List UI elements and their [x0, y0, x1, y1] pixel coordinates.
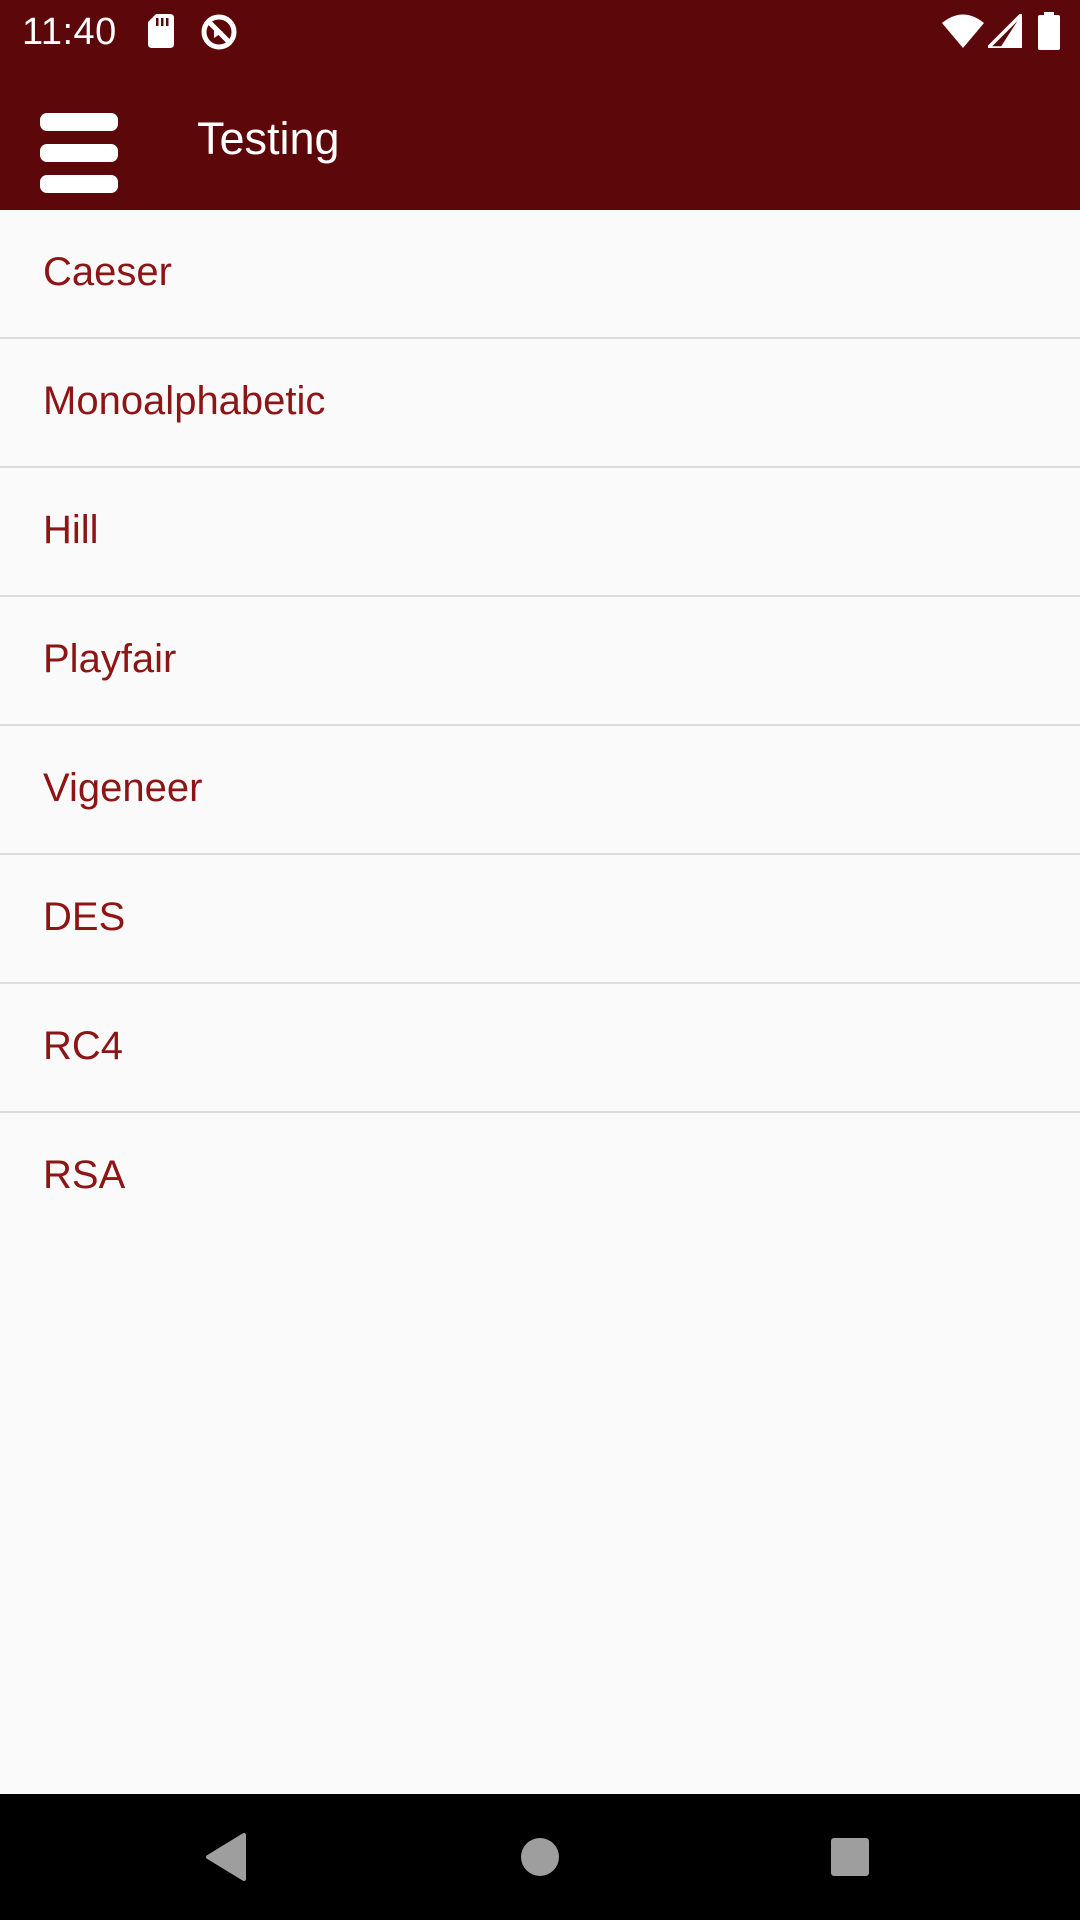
list-item-label: DES	[43, 895, 126, 939]
battery-icon	[1038, 12, 1060, 50]
list-item-label: Vigeneer	[43, 766, 203, 810]
status-bar: 11:40	[0, 0, 1080, 63]
list-item-rc4[interactable]: RC4	[0, 984, 1080, 1113]
navigation-bar	[0, 1794, 1080, 1920]
list-item-caeser[interactable]: Caeser	[0, 210, 1080, 339]
home-button[interactable]	[500, 1817, 580, 1897]
recents-icon	[831, 1838, 869, 1876]
list-item-hill[interactable]: Hill	[0, 468, 1080, 597]
list-item-label: Caeser	[43, 250, 172, 294]
list-item-rsa[interactable]: RSA	[0, 1113, 1080, 1242]
menu-button[interactable]	[24, 83, 134, 193]
list-item-label: Playfair	[43, 637, 177, 681]
page-title: Testing	[197, 113, 340, 164]
list-item-label: RSA	[43, 1153, 126, 1197]
signal-icon	[988, 14, 1022, 48]
list-item-des[interactable]: DES	[0, 855, 1080, 984]
list-item-monoalphabetic[interactable]: Monoalphabetic	[0, 339, 1080, 468]
home-icon	[521, 1838, 559, 1876]
sd-card-icon	[148, 14, 174, 48]
list-item-label: Monoalphabetic	[43, 379, 326, 423]
list-item-playfair[interactable]: Playfair	[0, 597, 1080, 726]
back-button[interactable]	[186, 1817, 266, 1897]
status-time: 11:40	[22, 11, 117, 53]
sync-disabled-icon	[201, 14, 237, 50]
list-item-label: RC4	[43, 1024, 124, 1068]
recents-button[interactable]	[810, 1817, 890, 1897]
wifi-icon	[942, 14, 984, 48]
list-item-label: Hill	[43, 508, 99, 552]
cipher-list: Caeser Monoalphabetic Hill Playfair Vige…	[0, 210, 1080, 1242]
hamburger-menu-icon	[40, 113, 118, 195]
list-item-vigeneer[interactable]: Vigeneer	[0, 726, 1080, 855]
app-bar: Testing	[0, 63, 1080, 210]
back-icon	[206, 1833, 246, 1881]
